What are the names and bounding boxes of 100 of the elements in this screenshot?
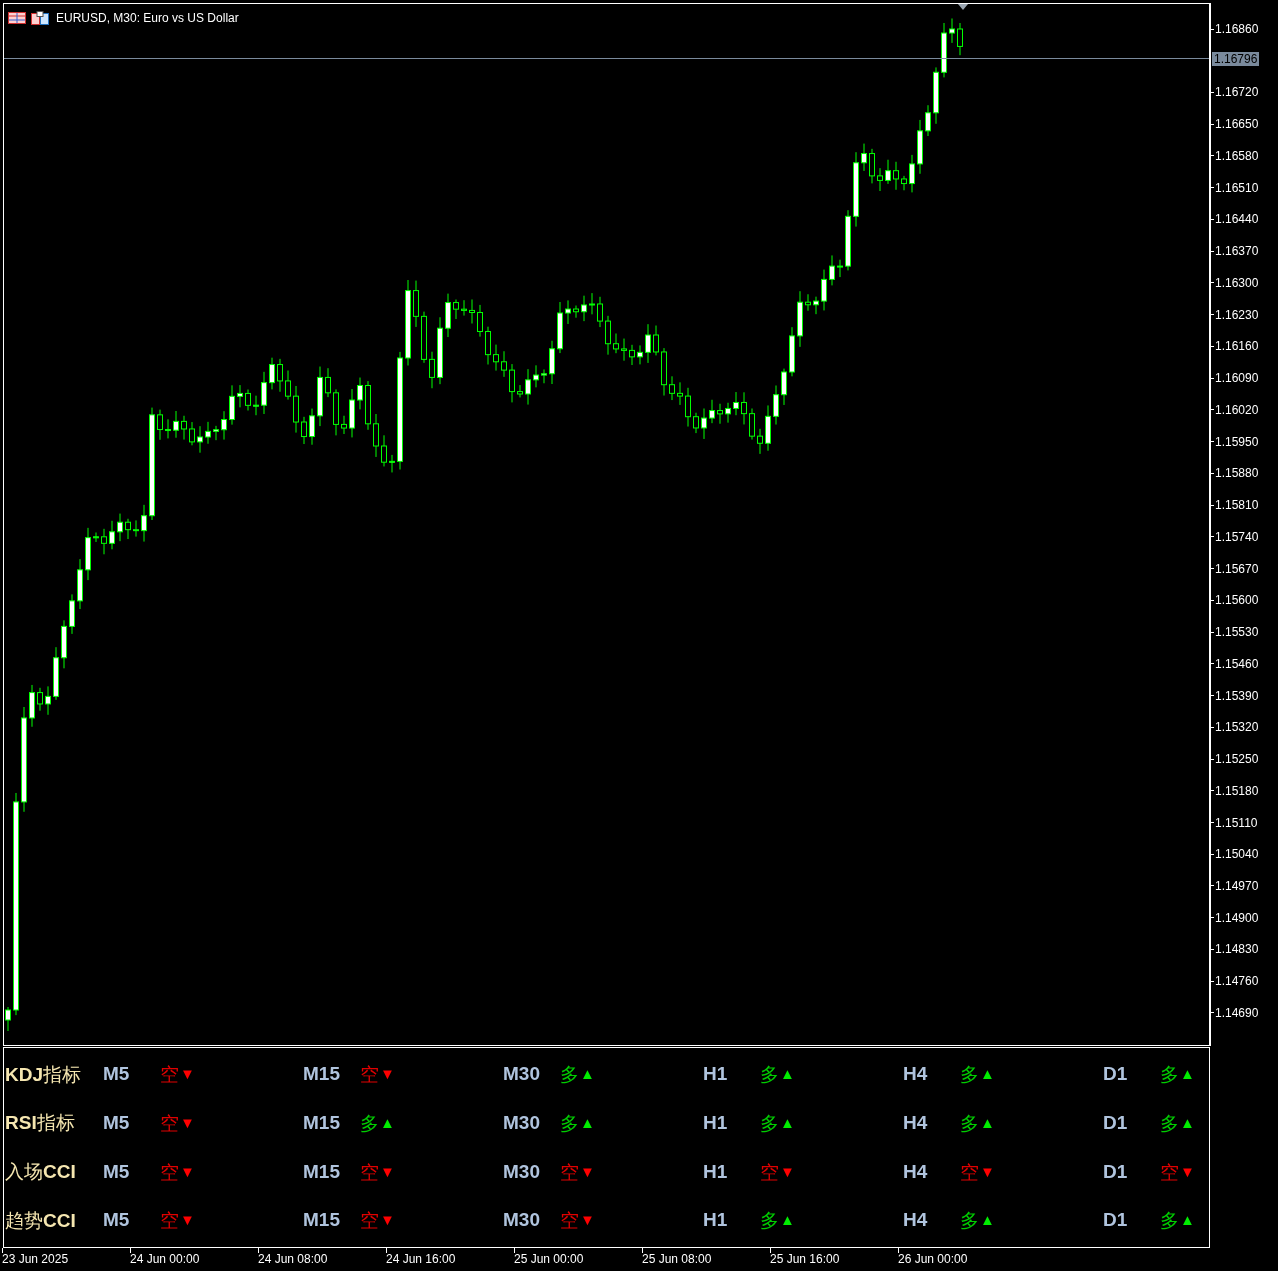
price-tick-label: 1.14760 [1215,974,1259,989]
signal-text: 空 [560,1208,579,1234]
timeframe-label: M5 [103,1110,131,1135]
signal-text: 多 [1160,1208,1179,1234]
signal-arrow: ▲ [1180,1112,1195,1133]
price-tick-label: 1.15600 [1215,593,1259,608]
signal-arrow: ▲ [1180,1210,1195,1231]
signal-arrow: ▼ [180,1064,195,1085]
price-tick-label: 1.15110 [1215,815,1258,830]
price-tick-label: 1.16860 [1215,22,1259,36]
price-tick-label: 1.16230 [1215,307,1259,322]
time-tick-label: 25 Jun 16:00 [770,1252,841,1266]
timeframe-label: H4 [903,1062,929,1087]
signal-text: 多 [760,1062,779,1088]
signal-arrow: ▲ [380,1112,395,1133]
price-tick-label: 1.16370 [1215,244,1259,259]
signal-arrow: ▲ [980,1112,995,1133]
timeframe-label: H4 [903,1208,929,1233]
price-tick-label: 1.15670 [1215,561,1259,576]
price-tick-label: 1.16020 [1215,402,1259,417]
signal-text: 空 [160,1062,179,1088]
timeframe-label: M30 [503,1110,541,1135]
signal-text: 多 [1160,1062,1179,1088]
timeframe-label: M15 [303,1208,341,1233]
signal-text: 多 [360,1110,379,1136]
time-tick-label: 25 Jun 00:00 [514,1252,585,1266]
signal-text: 空 [160,1110,179,1136]
signal-text: 多 [960,1110,979,1136]
price-tick-label: 1.16440 [1215,212,1259,227]
price-tick-label: 1.16090 [1215,371,1259,386]
signal-text: 多 [560,1062,579,1088]
signal-arrow: ▼ [580,1210,595,1231]
signal-text: 空 [1160,1159,1179,1185]
timeframe-label: D1 [1103,1062,1129,1087]
time-tick-label: 24 Jun 00:00 [130,1252,201,1266]
signal-arrow: ▼ [380,1210,395,1231]
signal-arrow: ▲ [980,1064,995,1085]
price-tick-label: 1.15950 [1215,434,1259,449]
indicator-label: 趋势CCI [4,1207,77,1233]
signal-arrow: ▲ [780,1112,795,1133]
price-tick-label: 1.15390 [1215,688,1259,703]
price-tick-label: 1.15320 [1215,720,1259,735]
indicator-label: KDJ指标 [4,1061,82,1087]
price-tick-label: 1.14900 [1215,910,1259,925]
signal-arrow: ▲ [580,1064,595,1085]
price-tick-label: 1.15810 [1215,498,1259,513]
timeframe-label: M30 [503,1159,541,1184]
signal-text: 空 [960,1159,979,1185]
price-tick-label: 1.16510 [1215,180,1259,195]
time-tick-label: 23 Jun 2025 [2,1252,70,1266]
signal-text: 空 [760,1159,779,1185]
price-tick-label: 1.16720 [1215,85,1259,100]
signal-text: 空 [160,1159,179,1185]
signal-arrow: ▲ [980,1210,995,1231]
timeframe-label: M30 [503,1062,541,1087]
time-tick-label: 24 Jun 16:00 [386,1252,457,1266]
timeframe-label: M5 [103,1159,131,1184]
price-tick-label: 1.16160 [1215,339,1259,354]
signal-text: 多 [760,1110,779,1136]
signal-text: 多 [760,1208,779,1234]
price-tick-label: 1.15880 [1215,466,1259,481]
timeframe-label: M30 [503,1208,541,1233]
signal-text: 空 [360,1159,379,1185]
signal-arrow: ▼ [980,1161,995,1182]
table-icon [8,12,26,24]
time-tick-label: 24 Jun 08:00 [258,1252,329,1266]
price-tick-label: 1.16300 [1215,275,1259,290]
timeframe-label: M5 [103,1208,131,1233]
price-tick-label: 1.16580 [1215,148,1259,163]
timeframe-label: H1 [703,1208,729,1233]
time-tick-label: 25 Jun 08:00 [642,1252,713,1266]
timeframe-label: M15 [303,1110,341,1135]
timeframe-label: H4 [903,1159,929,1184]
chart-title: EURUSD, M30: Euro vs US Dollar [56,10,239,27]
signal-arrow: ▲ [580,1112,595,1133]
indicator-label: RSI指标 [4,1110,76,1136]
current-price-label: 1.16796 [1212,52,1260,66]
signal-arrow: ▼ [580,1161,595,1182]
indicator-label: 入场CCI [4,1159,77,1185]
timeframe-label: D1 [1103,1110,1129,1135]
price-tick-label: 1.16650 [1215,117,1259,132]
signal-arrow: ▼ [380,1161,395,1182]
signal-arrow: ▼ [780,1161,795,1182]
signal-arrow: ▼ [180,1161,195,1182]
timeframe-label: M15 [303,1062,341,1087]
signal-text: 多 [560,1110,579,1136]
timeframe-label: H4 [903,1110,929,1135]
timeframe-label: H1 [703,1110,729,1135]
signal-arrow: ▲ [780,1210,795,1231]
signal-text: 多 [960,1062,979,1088]
timeframe-label: H1 [703,1159,729,1184]
signal-text: 空 [560,1159,579,1185]
signal-arrow: ▼ [380,1064,395,1085]
price-tick-label: 1.15180 [1215,783,1259,798]
price-tick-label: 1.15250 [1215,752,1259,766]
timeframe-label: H1 [703,1062,729,1087]
price-tick-label: 1.15460 [1215,656,1259,671]
signal-arrow: ▼ [180,1112,195,1133]
signal-arrow: ▼ [180,1210,195,1231]
signal-text: 空 [360,1208,379,1234]
